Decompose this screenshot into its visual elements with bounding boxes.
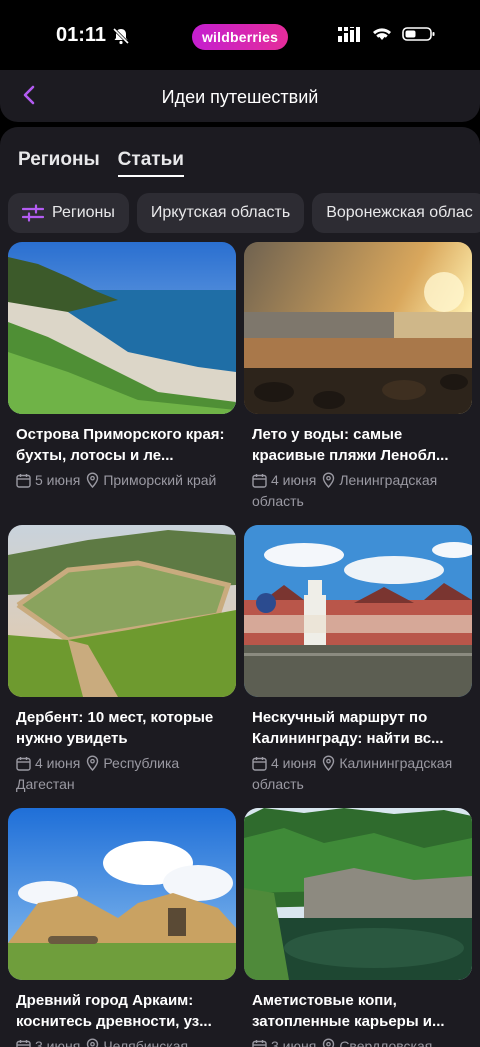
article-title: Дербент: 10 мест, которые нужно увидеть [16,707,228,749]
calendar-icon [16,756,31,771]
page-title: Идеи путешествий [0,87,480,108]
article-title: Древний город Аркаим: коснитесь древност… [16,990,228,1032]
article-meta: 5 июня Приморский край [16,470,228,491]
calendar-icon [252,756,267,771]
article-title: Лето у воды: самые красивые пляжи Ленобл… [252,424,464,466]
article-card[interactable]: Лето у воды: самые красивые пляжи Ленобл… [244,242,472,525]
content-panel: Регионы Статьи Регионы Иркутская область… [0,127,480,1047]
mute-bell-icon [112,27,130,45]
article-image [244,808,472,980]
tabs: Регионы Статьи [18,149,184,177]
article-card[interactable]: Острова Приморского края: бухты, лотосы … [8,242,236,525]
battery-icon [402,26,436,42]
article-card[interactable]: Древний город Аркаим: коснитесь древност… [8,808,236,1047]
article-image [8,242,236,414]
tab-articles[interactable]: Статьи [118,149,184,177]
article-image [8,525,236,697]
article-title: Нескучный маршрут по Калининграду: найти… [252,707,464,749]
article-image [244,525,472,697]
article-title: Аметистовые копи, затопленные карьеры и.… [252,990,464,1032]
article-date: 5 июня [35,472,80,488]
article-date: 4 июня [271,755,316,771]
location-pin-icon [86,472,99,488]
location-pin-icon [322,755,335,771]
article-meta: 4 июняЛенинградская область [252,470,464,512]
time-label: 01:11 [56,24,106,47]
chip-voronezh[interactable]: Воронежская облас [312,193,480,233]
article-image [244,242,472,414]
calendar-icon [252,473,267,488]
location-pin-icon [86,755,99,771]
articles-grid: Острова Приморского края: бухты, лотосы … [8,242,472,1047]
calendar-icon [16,1039,31,1047]
wifi-icon [371,26,393,42]
article-card[interactable]: Аметистовые копи, затопленные карьеры и.… [244,808,472,1047]
calendar-icon [16,473,31,488]
article-meta: 3 июняЧелябинская [16,1036,228,1047]
status-time: 01:11 [56,24,130,47]
article-date: 4 июня [271,472,316,488]
tab-regions[interactable]: Регионы [18,149,100,177]
calendar-icon [252,1039,267,1047]
article-card[interactable]: Нескучный маршрут по Калининграду: найти… [244,525,472,808]
chip-irkutsk[interactable]: Иркутская область [137,193,304,233]
signal-icon [338,26,362,42]
article-meta: 3 июняСвердловская [252,1036,464,1047]
article-card[interactable]: Дербент: 10 мест, которые нужно увидеть … [8,525,236,808]
app-header: Идеи путешествий [0,70,480,122]
location-pin-icon [322,472,335,488]
article-location: Приморский край [103,472,216,488]
status-bar: 01:11 wildberries [0,0,480,70]
brand-pill: wildberries [192,24,288,50]
article-date: 4 июня [35,755,80,771]
sliders-icon [22,204,44,222]
article-meta: 4 июняКалининградская область [252,753,464,795]
filter-chips: Регионы Иркутская область Воронежская об… [8,193,480,233]
article-meta: 4 июняРеспублика Дагестан [16,753,228,795]
filter-button-label: Регионы [52,204,115,222]
article-image [8,808,236,980]
filter-button[interactable]: Регионы [8,193,129,233]
article-title: Острова Приморского края: бухты, лотосы … [16,424,228,466]
